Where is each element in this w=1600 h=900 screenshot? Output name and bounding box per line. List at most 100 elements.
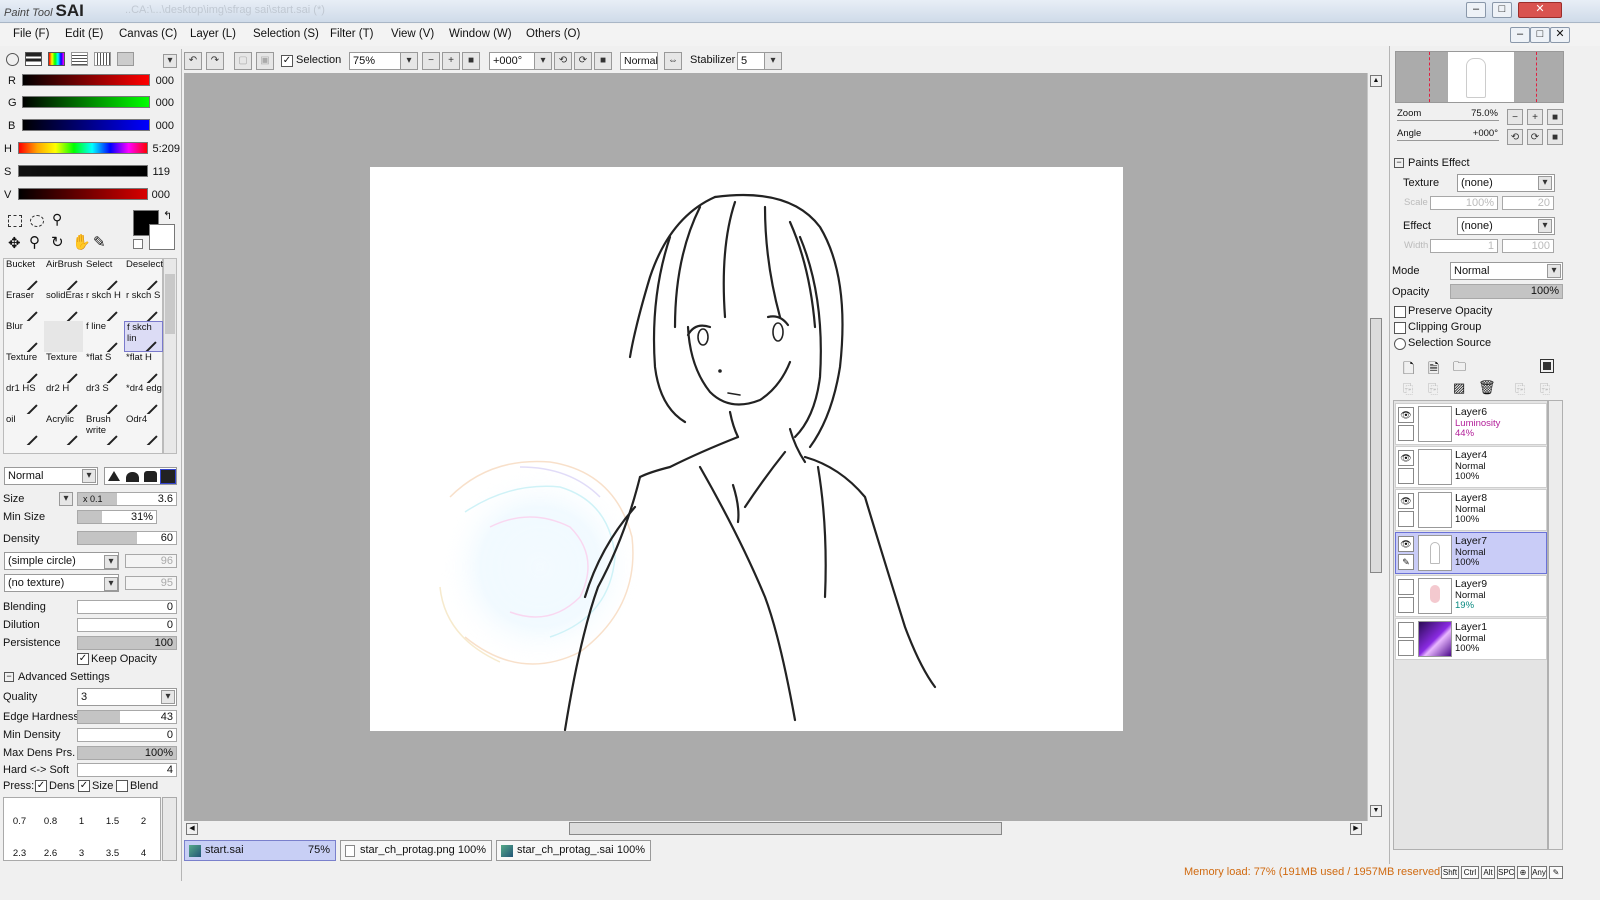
nav-rotate-reset-icon[interactable]: ■ bbox=[1547, 129, 1563, 145]
secondary-color-swatch[interactable] bbox=[149, 224, 175, 250]
scroll-right-icon[interactable]: ▶ bbox=[1350, 823, 1362, 835]
eye-icon[interactable]: 👁 bbox=[1398, 493, 1414, 509]
swatches-icon[interactable] bbox=[94, 52, 111, 66]
maximize-button[interactable]: □ bbox=[1492, 2, 1512, 18]
copy-layer-icon[interactable]: ⎘ bbox=[1403, 381, 1413, 397]
press-size-checkbox[interactable]: ✓ bbox=[78, 780, 90, 792]
paints-effect-collapse-icon[interactable]: − bbox=[1394, 158, 1404, 168]
deselect-icon[interactable]: ▢ bbox=[234, 52, 252, 70]
nav-zoom-out-icon[interactable]: − bbox=[1507, 109, 1523, 125]
red-slider[interactable] bbox=[22, 74, 150, 86]
preserve-opacity-checkbox[interactable] bbox=[1394, 306, 1406, 318]
tool-airbrush[interactable]: AirBrush bbox=[44, 259, 83, 290]
menu-canvas[interactable]: Canvas (C) bbox=[119, 28, 177, 40]
preset-scrollbar[interactable] bbox=[162, 797, 177, 861]
shape-square-icon[interactable] bbox=[160, 469, 176, 484]
minimize-button[interactable]: – bbox=[1466, 2, 1486, 18]
tool-texture-1[interactable]: Texture bbox=[4, 352, 43, 383]
menu-others[interactable]: Others (O) bbox=[526, 28, 580, 40]
zoom-icon[interactable]: ⚲ bbox=[29, 233, 40, 251]
merge-down-icon[interactable]: ⎘ bbox=[1428, 381, 1438, 397]
lock-slot-icon[interactable] bbox=[1398, 425, 1414, 441]
doc-close-button[interactable]: ✕ bbox=[1550, 27, 1570, 43]
shape-round-icon[interactable] bbox=[126, 472, 139, 482]
layer-mask-icon[interactable] bbox=[1540, 359, 1554, 373]
brush-shape-chevron-down-icon[interactable]: ▾ bbox=[104, 555, 118, 569]
tool-f-skch-lin[interactable]: f skch lin bbox=[124, 321, 163, 352]
eye-icon[interactable]: 👁 bbox=[1398, 407, 1414, 423]
layer-list-scrollbar[interactable] bbox=[1548, 400, 1563, 850]
transparent-color-icon[interactable] bbox=[133, 239, 143, 249]
rotate-reset-icon[interactable]: ■ bbox=[594, 52, 612, 70]
stabilizer-chevron-down-icon[interactable]: ▾ bbox=[764, 52, 782, 70]
lasso-icon[interactable] bbox=[30, 215, 44, 227]
press-blend-checkbox[interactable] bbox=[116, 780, 128, 792]
vertical-scroll-thumb[interactable] bbox=[1370, 318, 1382, 573]
rgb-sliders-icon[interactable] bbox=[25, 52, 42, 66]
tool-flat-h[interactable]: *flat H bbox=[124, 352, 163, 383]
menu-view[interactable]: View (V) bbox=[391, 28, 434, 40]
tool-flat-s[interactable]: *flat S bbox=[84, 352, 123, 383]
menu-file[interactable]: File (F) bbox=[13, 28, 49, 40]
hard-soft-slider[interactable]: 4 bbox=[77, 763, 177, 777]
preset-2[interactable]: 2 bbox=[128, 816, 159, 827]
transfer-down-icon[interactable]: ⎘ bbox=[1515, 381, 1525, 397]
doc-restore-button[interactable]: □ bbox=[1530, 27, 1550, 43]
size-dropdown-chevron-down-icon[interactable]: ▾ bbox=[59, 492, 73, 506]
tool-blur[interactable]: Blur bbox=[4, 321, 43, 352]
nav-zoom-in-icon[interactable]: + bbox=[1527, 109, 1543, 125]
saturation-slider[interactable] bbox=[18, 165, 148, 177]
zoom-in-icon[interactable]: + bbox=[442, 52, 460, 70]
pe-effect-chevron-down-icon[interactable]: ▾ bbox=[1538, 219, 1552, 233]
lock-slot-icon[interactable] bbox=[1398, 597, 1414, 613]
tool-dr2-h[interactable]: dr2 H bbox=[44, 383, 83, 414]
tool-empty-slot[interactable] bbox=[44, 321, 83, 352]
tool-select[interactable]: Select bbox=[84, 259, 123, 290]
selection-source-checkbox[interactable] bbox=[1394, 338, 1406, 350]
keep-opacity-checkbox[interactable]: ✓ bbox=[77, 653, 89, 665]
blending-slider[interactable]: 0 bbox=[77, 600, 177, 614]
drawing-canvas[interactable] bbox=[370, 167, 1210, 732]
tool-deselect[interactable]: Deselect bbox=[124, 259, 163, 290]
delete-layer-icon[interactable]: 🗑 bbox=[1478, 379, 1496, 396]
tool-bucket[interactable]: Bucket bbox=[4, 259, 43, 290]
scroll-up-icon[interactable]: ▲ bbox=[1370, 75, 1382, 87]
clipping-group-checkbox[interactable] bbox=[1394, 322, 1406, 334]
brush-shape-selector[interactable] bbox=[104, 467, 177, 485]
preset-1-5[interactable]: 1.5 bbox=[97, 816, 128, 827]
pe-width-value[interactable]: 100 bbox=[1502, 239, 1554, 253]
preset-4[interactable]: 4 bbox=[128, 848, 159, 859]
zoom-out-icon[interactable]: − bbox=[422, 52, 440, 70]
brush-texture-strength[interactable]: 95 bbox=[125, 576, 177, 590]
zoom-dropdown-chevron-down-icon[interactable]: ▾ bbox=[400, 52, 418, 70]
shape-triangle-icon[interactable] bbox=[108, 471, 120, 481]
nav-rotate-right-icon[interactable]: ⟳ bbox=[1527, 129, 1543, 145]
shape-flat-icon[interactable] bbox=[144, 471, 157, 482]
rotate-right-icon[interactable]: ⟳ bbox=[574, 52, 592, 70]
brush-shape-select[interactable]: (simple circle) bbox=[4, 552, 119, 570]
new-folder-icon[interactable]: 🗀 bbox=[1453, 358, 1466, 380]
green-slider[interactable] bbox=[22, 96, 150, 108]
density-slider[interactable]: 60 bbox=[77, 531, 177, 545]
tool-r-skch-s[interactable]: r skch S bbox=[124, 290, 163, 321]
magic-wand-icon[interactable]: ⚲ bbox=[52, 211, 62, 228]
lock-slot-icon[interactable] bbox=[1398, 640, 1414, 656]
advanced-settings-header[interactable]: Advanced Settings bbox=[18, 671, 110, 683]
press-dens-checkbox[interactable]: ✓ bbox=[35, 780, 47, 792]
layer-row-layer1[interactable]: Layer1 Normal 100% bbox=[1395, 618, 1547, 660]
blend-mode-select[interactable]: Normal bbox=[620, 52, 658, 70]
preset-2-6[interactable]: 2.6 bbox=[35, 848, 66, 859]
new-layer-icon[interactable]: 🗋 bbox=[1403, 358, 1414, 382]
zoom-reset-icon[interactable]: ■ bbox=[462, 52, 480, 70]
color-wheel-icon[interactable] bbox=[6, 53, 19, 66]
selection-checkbox[interactable]: ✓ bbox=[281, 55, 293, 67]
pe-width-slider[interactable]: 1 bbox=[1430, 239, 1498, 253]
hsv-sliders-icon[interactable] bbox=[48, 52, 65, 66]
eye-icon[interactable]: 👁 bbox=[1398, 536, 1414, 552]
hand-icon[interactable]: ✋ bbox=[72, 233, 91, 251]
preset-0-8[interactable]: 0.8 bbox=[35, 816, 66, 827]
canvas-vertical-scrollbar[interactable]: ▲ ▼ bbox=[1367, 73, 1384, 821]
value-slider[interactable] bbox=[18, 188, 148, 200]
quality-chevron-down-icon[interactable]: ▾ bbox=[161, 690, 175, 704]
hue-slider[interactable] bbox=[18, 142, 148, 154]
